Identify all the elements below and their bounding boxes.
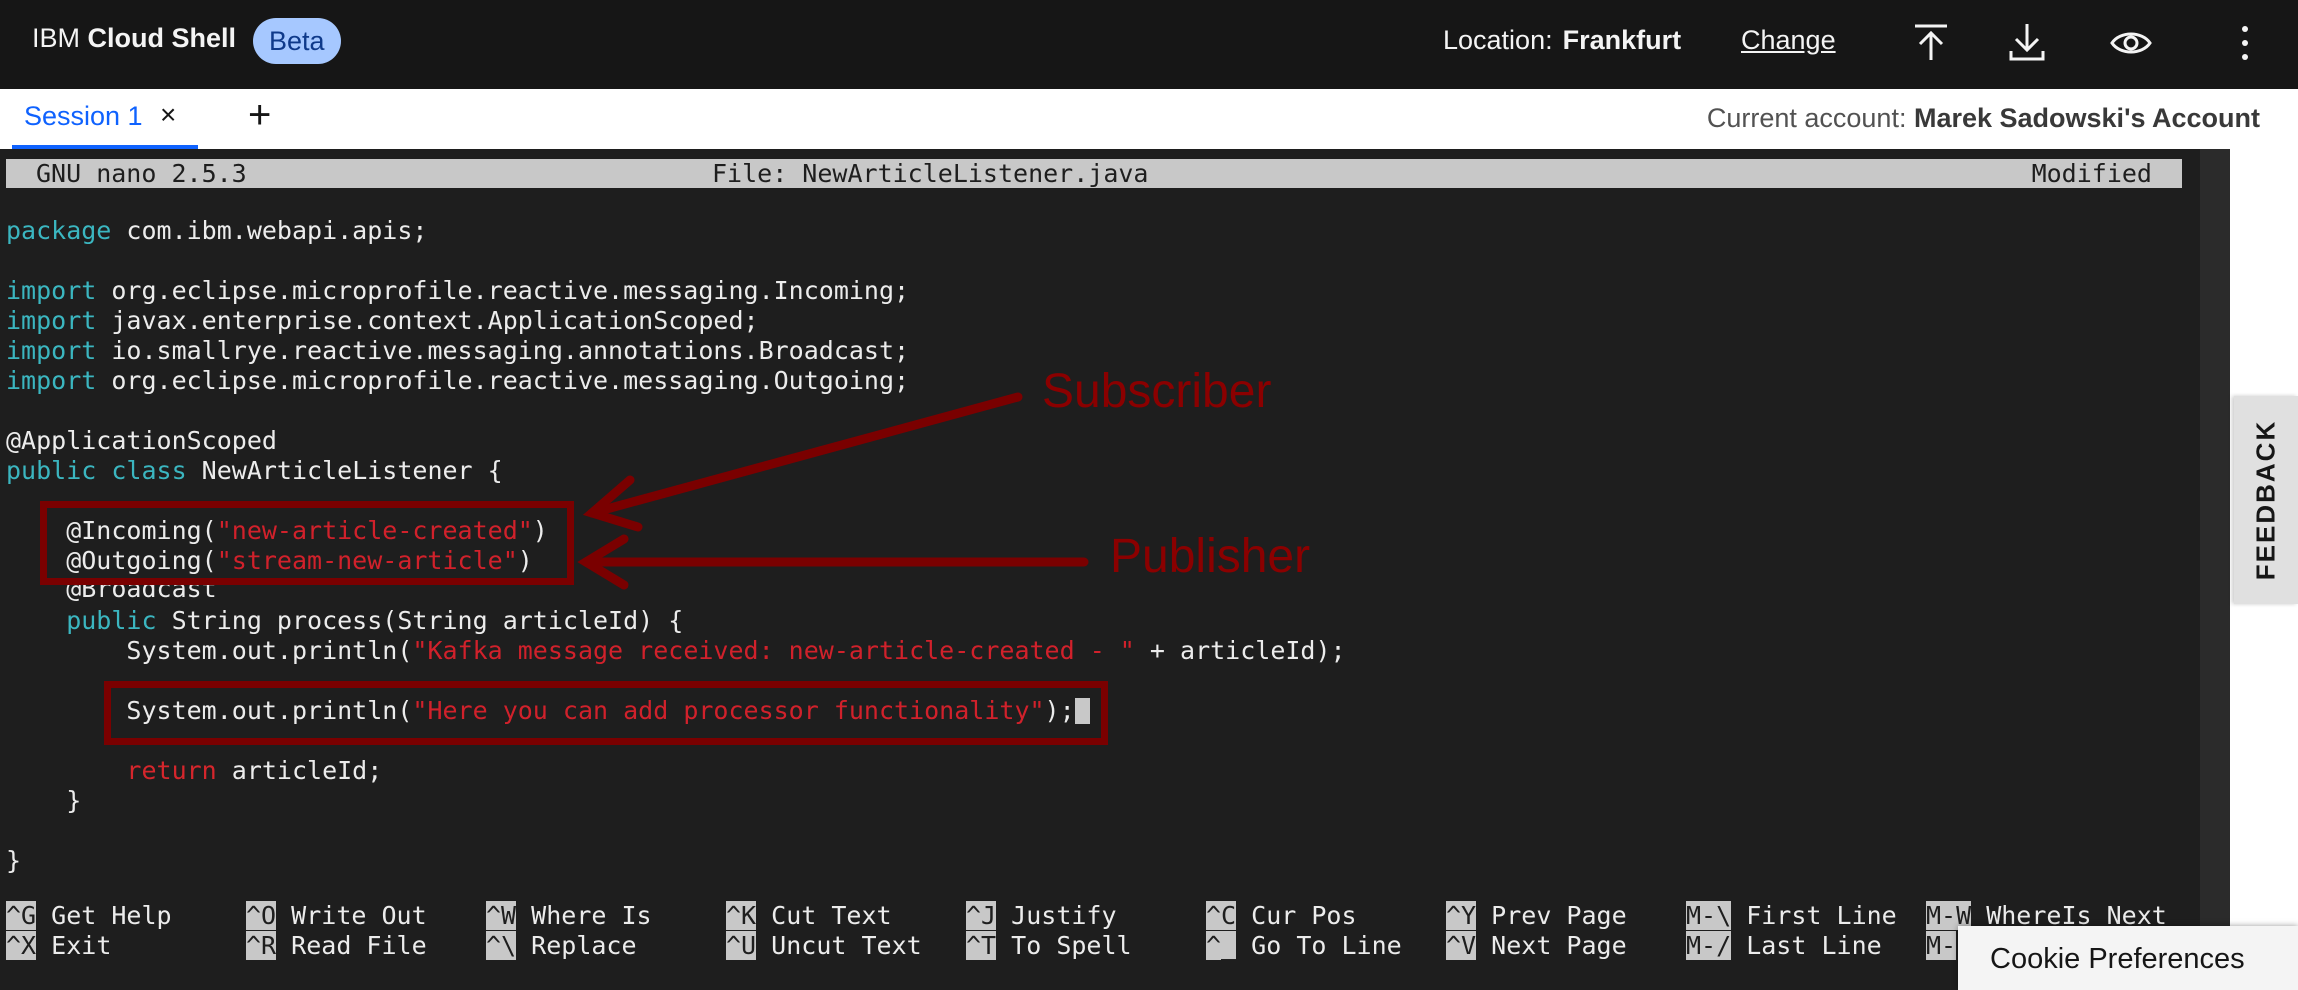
shortcut-get-help[interactable]: ^G Get Help bbox=[6, 901, 172, 931]
view-icon[interactable] bbox=[2108, 20, 2154, 66]
location: Location: Frankfurt bbox=[1443, 25, 1681, 56]
overflow-menu-icon[interactable] bbox=[2222, 20, 2268, 66]
shortcut-prev-page[interactable]: ^Y Prev Page bbox=[1446, 901, 1627, 931]
shortcut-where-is[interactable]: ^W Where Is bbox=[486, 901, 652, 931]
publisher-label: Publisher bbox=[1110, 530, 1311, 583]
shortcut-justify[interactable]: ^J Justify bbox=[966, 901, 1117, 931]
beta-badge: Beta bbox=[253, 18, 341, 64]
subscriber-arrow-icon bbox=[587, 392, 1023, 518]
tab-session-1[interactable]: Session 1 × bbox=[12, 89, 198, 149]
session-tab-bar: Session 1 × + Current account: Marek Sad… bbox=[0, 89, 2298, 149]
upload-icon[interactable] bbox=[1908, 20, 1954, 66]
close-icon[interactable]: × bbox=[160, 99, 176, 131]
shortcut-truncated[interactable]: M- bbox=[1926, 931, 1957, 961]
shortcut-first-line[interactable]: M-\ First Line bbox=[1686, 901, 1897, 931]
terminal[interactable]: GNU nano 2.5.3 File: NewArticleListener.… bbox=[0, 149, 2200, 990]
shortcut-go-to-line[interactable]: ^_ Go To Line bbox=[1206, 931, 1402, 961]
shortcut-to-spell[interactable]: ^T To Spell bbox=[966, 931, 1132, 961]
account-value: Marek Sadowski's Account bbox=[1913, 103, 2260, 133]
shortcut-next-page[interactable]: ^V Next Page bbox=[1446, 931, 1627, 961]
shortcut-cur-pos[interactable]: ^C Cur Pos bbox=[1206, 901, 1357, 931]
shortcut-uncut-text[interactable]: ^U Uncut Text bbox=[726, 931, 922, 961]
nano-shortcuts: ^G Get Help ^O Write Out ^W Where Is ^K … bbox=[0, 901, 2200, 981]
cookie-preferences-label: Cookie Preferences bbox=[1990, 943, 2245, 975]
location-label: Location: bbox=[1443, 25, 1553, 55]
shortcut-exit[interactable]: ^X Exit bbox=[6, 931, 111, 961]
feedback-tab[interactable]: FEEDBACK bbox=[2234, 396, 2298, 604]
terminal-scrollbar[interactable] bbox=[2200, 149, 2230, 990]
shortcut-cut-text[interactable]: ^K Cut Text bbox=[726, 901, 892, 931]
brand-title: IBM Cloud Shell bbox=[32, 23, 236, 54]
shortcut-replace[interactable]: ^\ Replace bbox=[486, 931, 637, 961]
account-label: Current account: bbox=[1706, 103, 1907, 133]
cookie-preferences-button[interactable]: Cookie Preferences bbox=[1958, 926, 2298, 990]
shortcut-last-line[interactable]: M-/ Last Line bbox=[1686, 931, 1882, 961]
feedback-label: FEEDBACK bbox=[2250, 419, 2281, 581]
brand-prefix: IBM bbox=[32, 23, 81, 53]
location-value: Frankfurt bbox=[1562, 25, 1682, 55]
download-icon[interactable] bbox=[2004, 20, 2050, 66]
annotation-arrows bbox=[577, 392, 1089, 590]
add-session-button[interactable]: + bbox=[248, 93, 271, 138]
current-account: Current account: Marek Sadowski's Accoun… bbox=[1707, 103, 2260, 134]
subscriber-label: Subscriber bbox=[1042, 365, 1272, 418]
change-location-link[interactable]: Change bbox=[1741, 25, 1836, 56]
shortcut-read-file[interactable]: ^R Read File bbox=[246, 931, 427, 961]
tab-session-label: Session 1 bbox=[24, 101, 143, 131]
top-bar: IBM Cloud Shell Beta Location: Frankfurt … bbox=[0, 0, 2298, 89]
shortcut-write-out[interactable]: ^O Write Out bbox=[246, 901, 427, 931]
brand-name: Cloud Shell bbox=[87, 23, 237, 53]
